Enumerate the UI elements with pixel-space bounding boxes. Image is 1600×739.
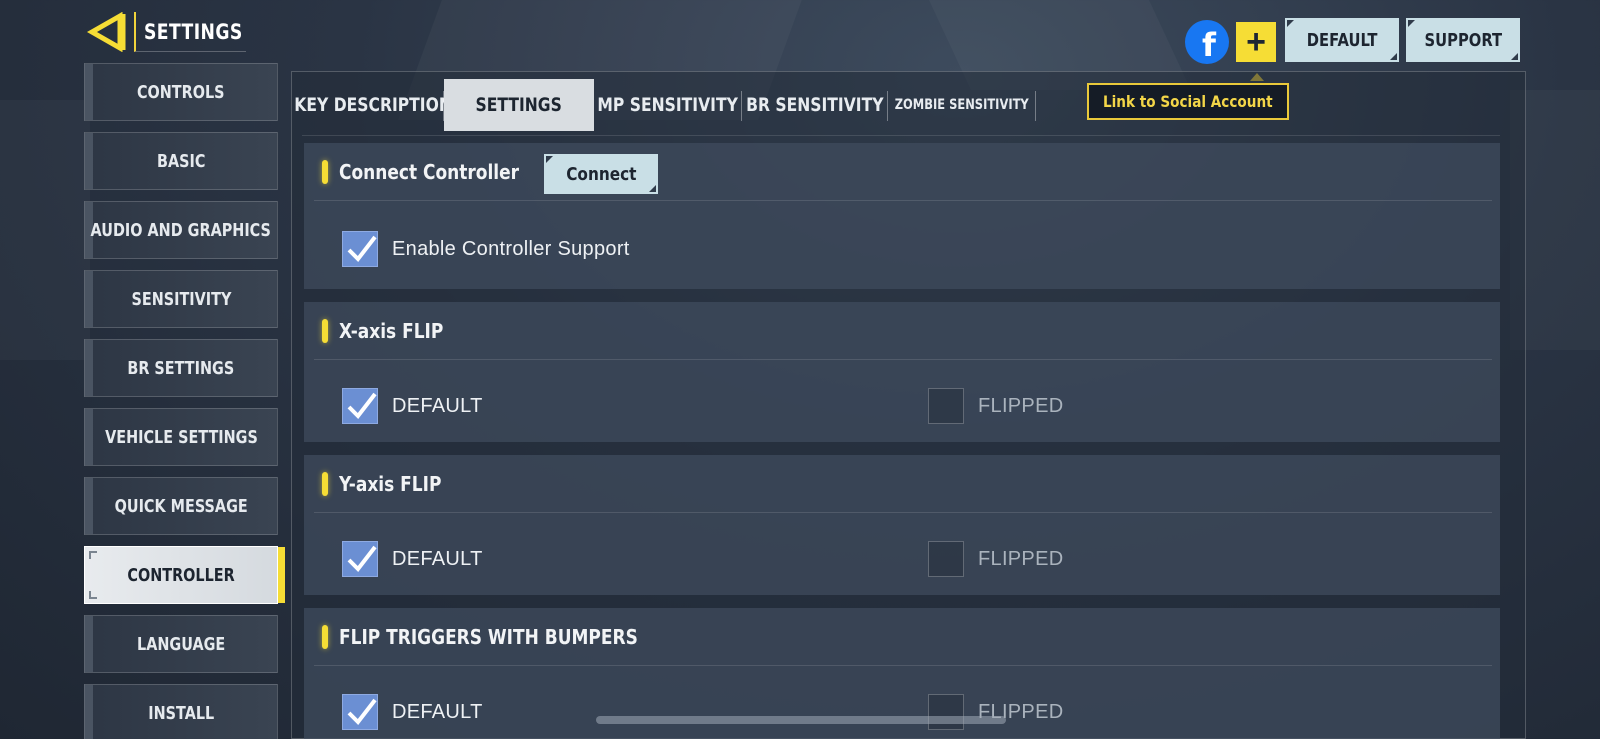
y-axis-default-option[interactable]: DEFAULT (342, 541, 483, 577)
tab-mp-sensitivity[interactable]: MP SENSITIVITY (594, 79, 742, 131)
checkmark-icon (347, 392, 377, 420)
checkbox[interactable] (928, 541, 964, 577)
checkbox[interactable] (928, 694, 964, 730)
option-label: DEFAULT (392, 394, 483, 417)
tab-label: MP SENSITIVITY (597, 94, 739, 116)
home-indicator[interactable] (596, 716, 1006, 724)
option-label: Enable Controller Support (392, 237, 630, 260)
y-axis-flipped-option[interactable]: FLIPPED (928, 541, 1063, 577)
tab-label: BR SENSITIVITY (746, 94, 884, 116)
sidebar-item-quick-message[interactable]: QUICK MESSAGE (84, 477, 278, 535)
option-label: FLIPPED (978, 547, 1064, 570)
x-axis-default-option[interactable]: DEFAULT (342, 388, 483, 424)
triggers-flipped-option[interactable]: FLIPPED (928, 694, 1063, 730)
sidebar-item-br-settings[interactable]: BR SETTINGS (84, 339, 278, 397)
page-title-container: SETTINGS (134, 12, 246, 52)
option-label: DEFAULT (392, 547, 483, 570)
section-header: Y-axis FLIP (304, 455, 1500, 513)
section-title: X-axis FLIP (339, 319, 444, 343)
section-title: Connect Controller (339, 160, 520, 184)
checkmark-icon (347, 698, 377, 726)
active-indicator (278, 547, 285, 603)
section-x-axis-flip: X-axis FLIP DEFAULT FLIPPED (304, 302, 1500, 442)
sidebar: CONTROLS BASIC AUDIO AND GRAPHICS SENSIT… (84, 63, 285, 739)
sidebar-item-label: LANGUAGE (136, 633, 226, 655)
page-title: SETTINGS (144, 20, 243, 44)
sidebar-item-controller[interactable]: CONTROLLER (84, 546, 285, 604)
section-marker (322, 625, 328, 649)
back-arrow-icon (86, 11, 126, 53)
section-title: Y-axis FLIP (339, 472, 442, 496)
tab-zombie-sensitivity[interactable]: ZOMBIE SENSITIVITY (888, 79, 1036, 131)
checkbox[interactable] (928, 388, 964, 424)
settings-panel: KEY DESCRIPTION SETTINGS MP SENSITIVITY … (291, 71, 1526, 739)
facebook-icon: f (1202, 26, 1216, 64)
checkbox[interactable] (342, 694, 378, 730)
support-button[interactable]: SUPPORT (1406, 18, 1520, 62)
facebook-button[interactable]: f (1185, 20, 1229, 64)
tab-key-description[interactable]: KEY DESCRIPTION (294, 79, 452, 131)
background-shape (0, 100, 90, 360)
plus-icon: + (1246, 23, 1266, 61)
back-button[interactable] (84, 11, 128, 53)
sidebar-item-basic[interactable]: BASIC (84, 132, 278, 190)
section-header: X-axis FLIP (304, 302, 1500, 360)
sidebar-item-audio-graphics[interactable]: AUDIO AND GRAPHICS (84, 201, 278, 259)
social-account-tooltip: Link to Social Account (1087, 83, 1289, 120)
checkbox[interactable] (342, 388, 378, 424)
triggers-default-option[interactable]: DEFAULT (342, 694, 483, 730)
section-header: FLIP TRIGGERS WITH BUMPERS (304, 608, 1500, 666)
sidebar-item-label: BR SETTINGS (127, 357, 235, 379)
default-button[interactable]: DEFAULT (1285, 18, 1399, 62)
tab-label: SETTINGS (475, 94, 563, 116)
sidebar-item-label: VEHICLE SETTINGS (104, 426, 258, 448)
enable-controller-support-checkbox[interactable]: Enable Controller Support (342, 231, 630, 267)
tab-label: ZOMBIE SENSITIVITY (894, 97, 1030, 113)
option-label: DEFAULT (392, 700, 483, 723)
section-header: Connect Controller Connect (304, 143, 1500, 201)
section-marker (322, 319, 328, 343)
selection-corner (89, 551, 97, 559)
tab-bar: KEY DESCRIPTION SETTINGS MP SENSITIVITY … (294, 78, 1036, 132)
connect-button-label: Connect (565, 163, 637, 185)
support-button-label: SUPPORT (1424, 29, 1502, 51)
tab-br-sensitivity[interactable]: BR SENSITIVITY (742, 79, 888, 131)
sidebar-item-label: BASIC (156, 150, 206, 172)
checkbox[interactable] (342, 231, 378, 267)
x-axis-flipped-option[interactable]: FLIPPED (928, 388, 1063, 424)
sidebar-item-language[interactable]: LANGUAGE (84, 615, 278, 673)
sidebar-item-label: INSTALL (147, 702, 214, 724)
sidebar-item-install[interactable]: INSTALL (84, 684, 278, 739)
option-label: FLIPPED (978, 394, 1064, 417)
section-marker (322, 160, 328, 184)
add-social-button[interactable]: + (1236, 22, 1276, 62)
sidebar-item-controls[interactable]: CONTROLS (84, 63, 278, 121)
tooltip-text: Link to Social Account (1103, 92, 1273, 111)
section-title: FLIP TRIGGERS WITH BUMPERS (339, 625, 638, 649)
checkbox[interactable] (342, 541, 378, 577)
checkmark-icon (347, 235, 377, 263)
sidebar-item-label: QUICK MESSAGE (114, 495, 248, 517)
connect-button[interactable]: Connect (544, 154, 658, 194)
sidebar-item-vehicle-settings[interactable]: VEHICLE SETTINGS (84, 408, 278, 466)
section-marker (322, 472, 328, 496)
checkmark-icon (347, 545, 377, 573)
sidebar-item-label: CONTROLLER (127, 564, 235, 586)
section-connect-controller: Connect Controller Connect Enable Contro… (304, 143, 1500, 289)
sidebar-item-label: SENSITIVITY (131, 288, 231, 310)
sidebar-item-label: AUDIO AND GRAPHICS (90, 219, 272, 241)
tab-label: KEY DESCRIPTION (294, 94, 452, 116)
section-y-axis-flip: Y-axis FLIP DEFAULT FLIPPED (304, 455, 1500, 595)
default-button-label: DEFAULT (1306, 29, 1378, 51)
sidebar-item-sensitivity[interactable]: SENSITIVITY (84, 270, 278, 328)
tab-settings[interactable]: SETTINGS (444, 79, 594, 131)
sidebar-item-label: CONTROLS (137, 81, 225, 103)
tab-divider (302, 135, 1500, 136)
selection-corner (89, 591, 97, 599)
